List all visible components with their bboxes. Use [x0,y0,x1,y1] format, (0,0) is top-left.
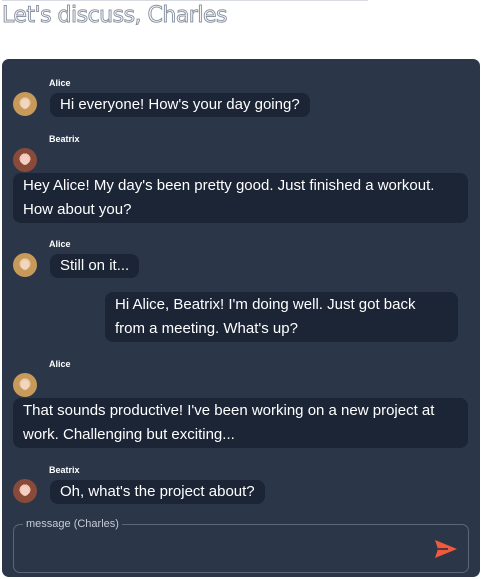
message-beatrix: Beatrix Oh, what's the project about? [2,59,480,509]
page-title: Let's discuss, Charles [2,0,368,31]
send-icon[interactable] [434,538,458,560]
message-input[interactable]: message (Charles) [13,517,469,573]
beatrix-avatar-icon [13,479,37,503]
message-input-label: message (Charles) [23,517,122,531]
message-bubble: Oh, what's the project about? [50,480,265,504]
message-sender: Beatrix [49,465,80,475]
chat-panel: Alice Hi everyone! How's your day going?… [2,59,480,577]
